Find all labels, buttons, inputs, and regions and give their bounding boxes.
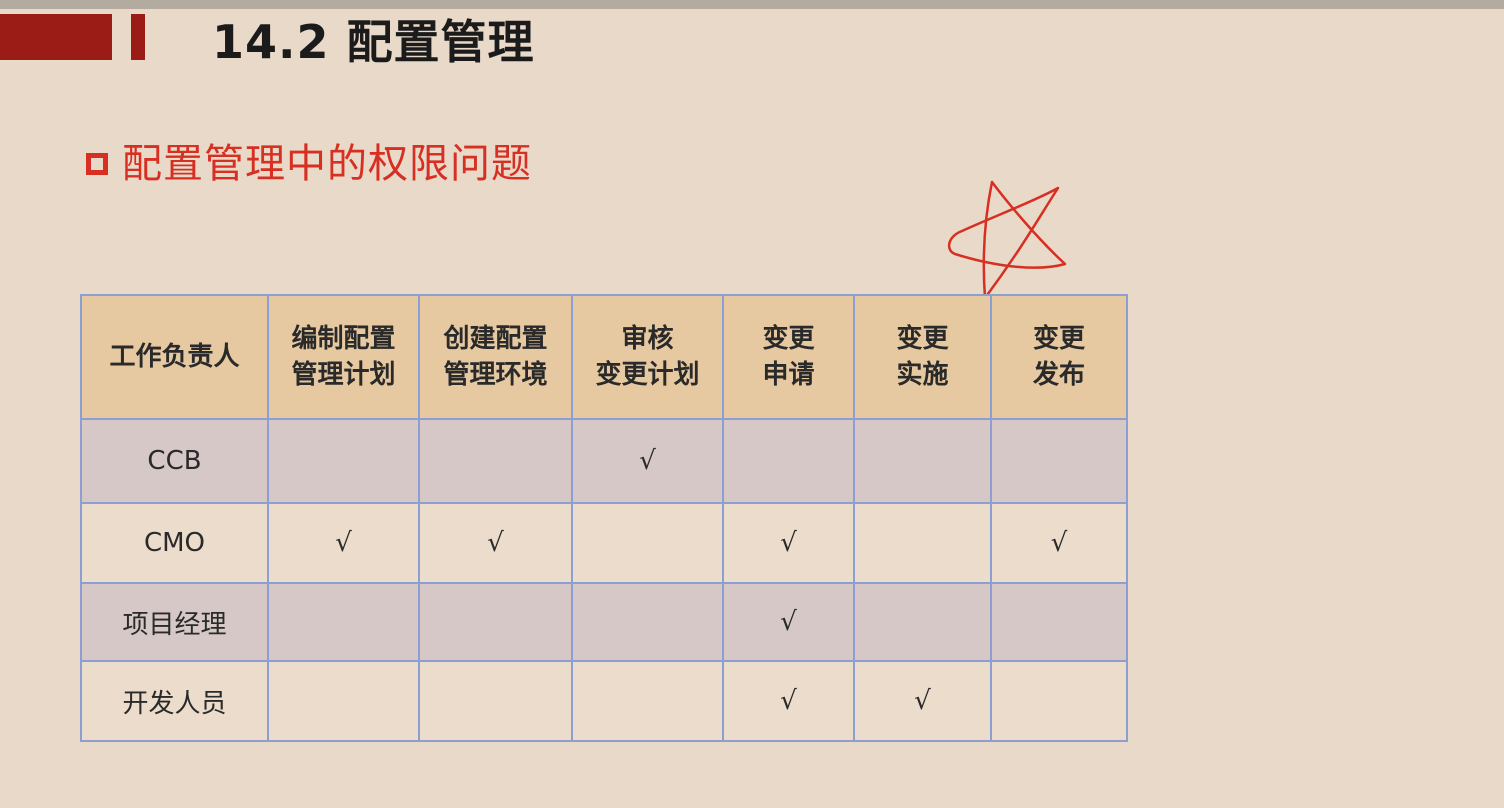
table-cell: √ (722, 660, 855, 742)
table-cell (722, 418, 855, 504)
table-cell: √ (571, 418, 724, 504)
table-row: 项目经理 √ (80, 582, 1128, 662)
header-environment: 创建配置 管理环境 (418, 294, 573, 420)
bullet-square-icon (86, 153, 108, 175)
table-cell (990, 418, 1128, 504)
section-heading-text: 配置管理中的权限问题 (122, 141, 532, 187)
table-cell: √ (722, 582, 855, 662)
table-cell (853, 582, 992, 662)
table-cell (853, 418, 992, 504)
table-cell: √ (722, 502, 855, 584)
table-cell (571, 582, 724, 662)
title-bar-accent (131, 14, 145, 60)
header-role: 工作负责人 (80, 294, 269, 420)
header-plan: 编制配置 管理计划 (267, 294, 420, 420)
role-cell: 项目经理 (80, 582, 269, 662)
table-cell (418, 660, 573, 742)
table-header-row: 工作负责人 编制配置 管理计划 创建配置 管理环境 审核 变更计划 变更 申请 … (80, 294, 1128, 420)
table-cell (267, 660, 420, 742)
slide-title: 14.2 配置管理 (212, 15, 535, 69)
header-change-request: 变更 申请 (722, 294, 855, 420)
table-cell (267, 418, 420, 504)
table-cell: √ (990, 502, 1128, 584)
role-cell: CCB (80, 418, 269, 504)
permission-table: 工作负责人 编制配置 管理计划 创建配置 管理环境 审核 变更计划 变更 申请 … (80, 294, 1128, 742)
table-cell (418, 418, 573, 504)
header-change-release: 变更 发布 (990, 294, 1128, 420)
role-cell: CMO (80, 502, 269, 584)
role-cell: 开发人员 (80, 660, 269, 742)
title-bar-decoration (0, 14, 112, 60)
table-cell (418, 582, 573, 662)
table-row: 开发人员 √ √ (80, 660, 1128, 742)
table-cell (853, 502, 992, 584)
header-review: 审核 变更计划 (571, 294, 724, 420)
table-cell (571, 502, 724, 584)
table-cell (571, 660, 724, 742)
table-row: CCB √ (80, 418, 1128, 504)
top-strip (0, 0, 1504, 9)
table-row: CMO √ √ √ √ (80, 502, 1128, 584)
table-cell: √ (853, 660, 992, 742)
table-cell (990, 582, 1128, 662)
star-annotation-icon (947, 180, 1067, 300)
header-change-implement: 变更 实施 (853, 294, 992, 420)
table-cell (267, 582, 420, 662)
section-heading: 配置管理中的权限问题 (86, 138, 532, 190)
table-cell: √ (267, 502, 420, 584)
table-cell: √ (418, 502, 573, 584)
table-cell (990, 660, 1128, 742)
